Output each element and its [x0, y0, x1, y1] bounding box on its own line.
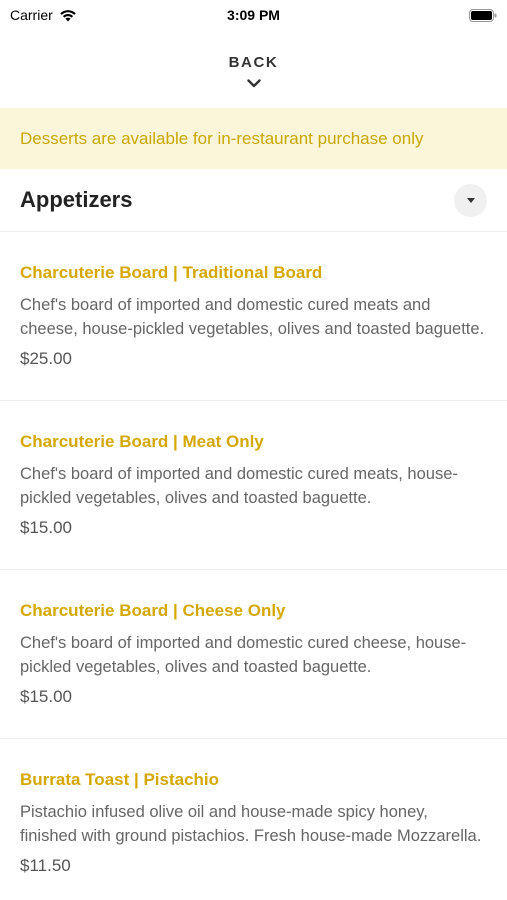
back-label: BACK — [228, 53, 279, 71]
section-collapse-button[interactable] — [454, 183, 487, 217]
item-description: Chef's board of imported and domestic cu… — [20, 634, 467, 676]
back-button[interactable]: BACK — [0, 30, 507, 108]
item-price: $15.00 — [20, 687, 72, 706]
item-name: Charcuterie Board | Traditional Board — [20, 263, 323, 282]
chevron-down-icon — [246, 75, 261, 93]
item-description: Chef's board of imported and domestic cu… — [20, 465, 458, 507]
menu-item-list: Charcuterie Board | Traditional Board Ch… — [0, 232, 507, 900]
dessert-notice-banner: Desserts are available for in-restaurant… — [0, 108, 507, 169]
item-description: Pistachio infused olive oil and house-ma… — [20, 803, 482, 845]
item-name: Burrata Toast | Pistachio — [20, 770, 220, 789]
section-header-appetizers: Appetizers — [0, 169, 507, 232]
carrier-label: Carrier — [10, 7, 53, 23]
menu-item[interactable]: Charcuterie Board | Traditional Board Ch… — [0, 232, 507, 401]
battery-icon — [469, 8, 497, 22]
item-description: Chef's board of imported and domestic cu… — [20, 296, 485, 338]
caret-down-icon — [466, 197, 475, 203]
section-title: Appetizers — [20, 187, 133, 212]
status-left: Carrier — [10, 7, 77, 23]
item-price: $11.50 — [20, 856, 71, 875]
menu-item[interactable]: Charcuterie Board | Cheese Only Chef's b… — [0, 570, 507, 739]
menu-item[interactable]: Burrata Toast | Pistachio Pistachio infu… — [0, 739, 507, 900]
notice-text: Desserts are available for in-restaurant… — [20, 128, 424, 148]
item-name: Charcuterie Board | Meat Only — [20, 432, 264, 451]
wifi-icon — [59, 9, 77, 22]
item-price: $25.00 — [20, 349, 72, 368]
menu-item[interactable]: Charcuterie Board | Meat Only Chef's boa… — [0, 401, 507, 570]
item-price: $15.00 — [20, 518, 72, 537]
status-bar: Carrier 3:09 PM — [0, 0, 507, 30]
item-name: Charcuterie Board | Cheese Only — [20, 601, 286, 620]
